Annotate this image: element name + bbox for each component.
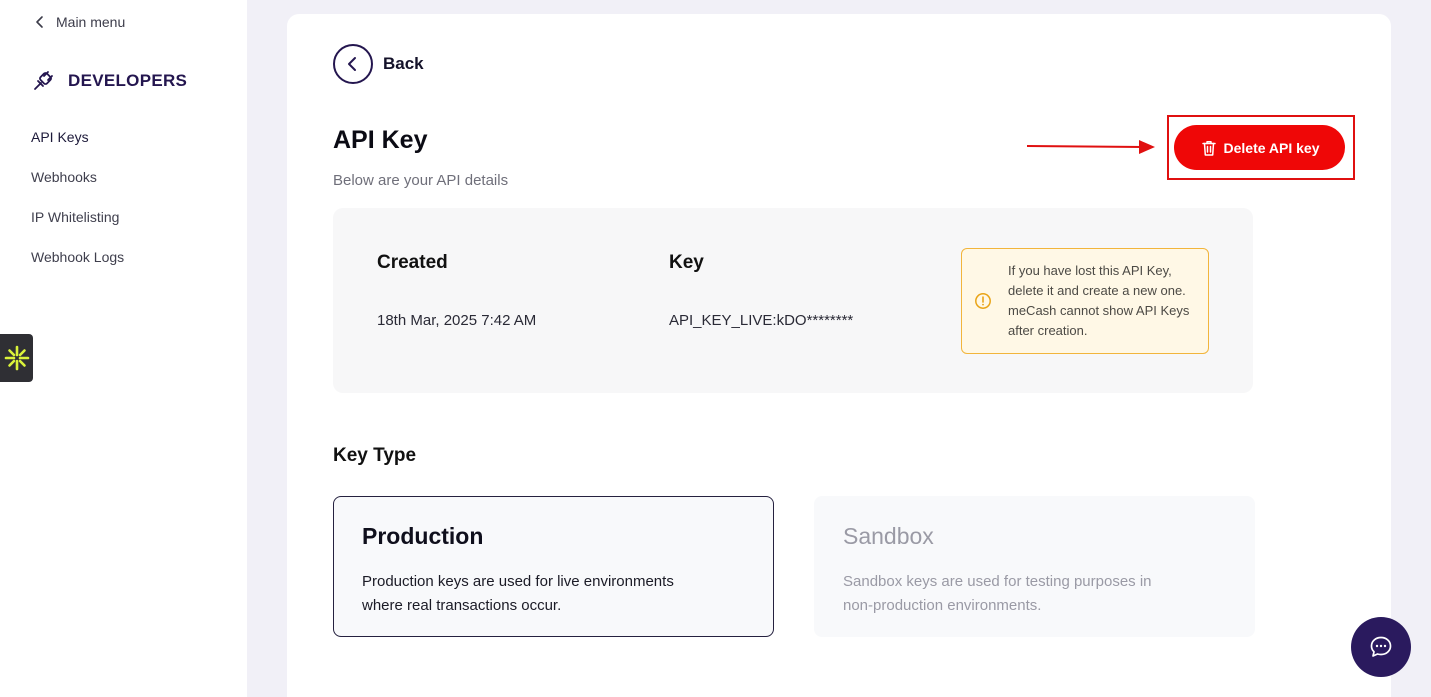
annotation-arrow — [1027, 140, 1155, 154]
trash-icon — [1201, 140, 1216, 156]
back-button[interactable]: Back — [333, 44, 424, 84]
page-subtitle: Below are your API details — [333, 172, 509, 189]
delete-api-key-button[interactable]: Delete API key — [1174, 125, 1345, 170]
sidebar-nav: API Keys Webhooks IP Whitelisting Webhoo… — [31, 129, 124, 289]
production-title: Production — [362, 523, 484, 549]
key-type-production-card[interactable]: Production Production keys are used for … — [333, 496, 774, 637]
key-type-sandbox-card[interactable]: Sandbox Sandbox keys are used for testin… — [814, 496, 1255, 637]
notice-text: If you have lost this API Key, delete it… — [1008, 263, 1190, 338]
sandbox-title: Sandbox — [843, 523, 934, 549]
developers-heading: DEVELOPERS — [30, 68, 187, 94]
key-type-heading: Key Type — [333, 445, 417, 466]
sidebar: Main menu DEVELOPERS API Keys Webhooks I… — [0, 0, 247, 697]
created-value: 18th Mar, 2025 7:42 AM — [377, 312, 537, 329]
delete-api-key-label: Delete API key — [1223, 139, 1320, 156]
developers-title: DEVELOPERS — [68, 71, 188, 90]
floating-widget-tab[interactable] — [0, 334, 33, 382]
sparkle-icon — [4, 345, 29, 371]
plug-icon — [34, 71, 53, 90]
api-details-panel: Created 18th Mar, 2025 7:42 AM Key API_K… — [333, 208, 1253, 393]
created-heading: Created — [377, 252, 448, 273]
main-menu-label: Main menu — [56, 14, 126, 30]
sandbox-description: Sandbox keys are used for testing purpos… — [843, 573, 1152, 614]
lost-key-notice: If you have lost this API Key, delete it… — [961, 248, 1209, 354]
page-title: API Key — [333, 126, 428, 154]
sidebar-item-webhook-logs[interactable]: Webhook Logs — [31, 249, 124, 289]
sidebar-item-ip-whitelisting[interactable]: IP Whitelisting — [31, 209, 124, 249]
sidebar-item-api-keys[interactable]: API Keys — [31, 129, 124, 169]
main-menu-link[interactable]: Main menu — [34, 14, 125, 30]
key-heading: Key — [669, 252, 704, 273]
back-label: Back — [383, 54, 424, 73]
chevron-left-icon — [348, 57, 356, 71]
production-description: Production keys are used for live enviro… — [362, 573, 674, 614]
chevron-left-icon — [36, 16, 43, 28]
sidebar-item-webhooks[interactable]: Webhooks — [31, 169, 124, 209]
chat-icon — [1370, 636, 1392, 657]
chat-support-button[interactable] — [1351, 617, 1411, 677]
key-value: API_KEY_LIVE:kDO******** — [669, 312, 854, 329]
back-circle — [333, 44, 373, 84]
api-key-card: Back API Key Below are your API details … — [287, 14, 1391, 697]
warning-icon — [975, 293, 991, 309]
